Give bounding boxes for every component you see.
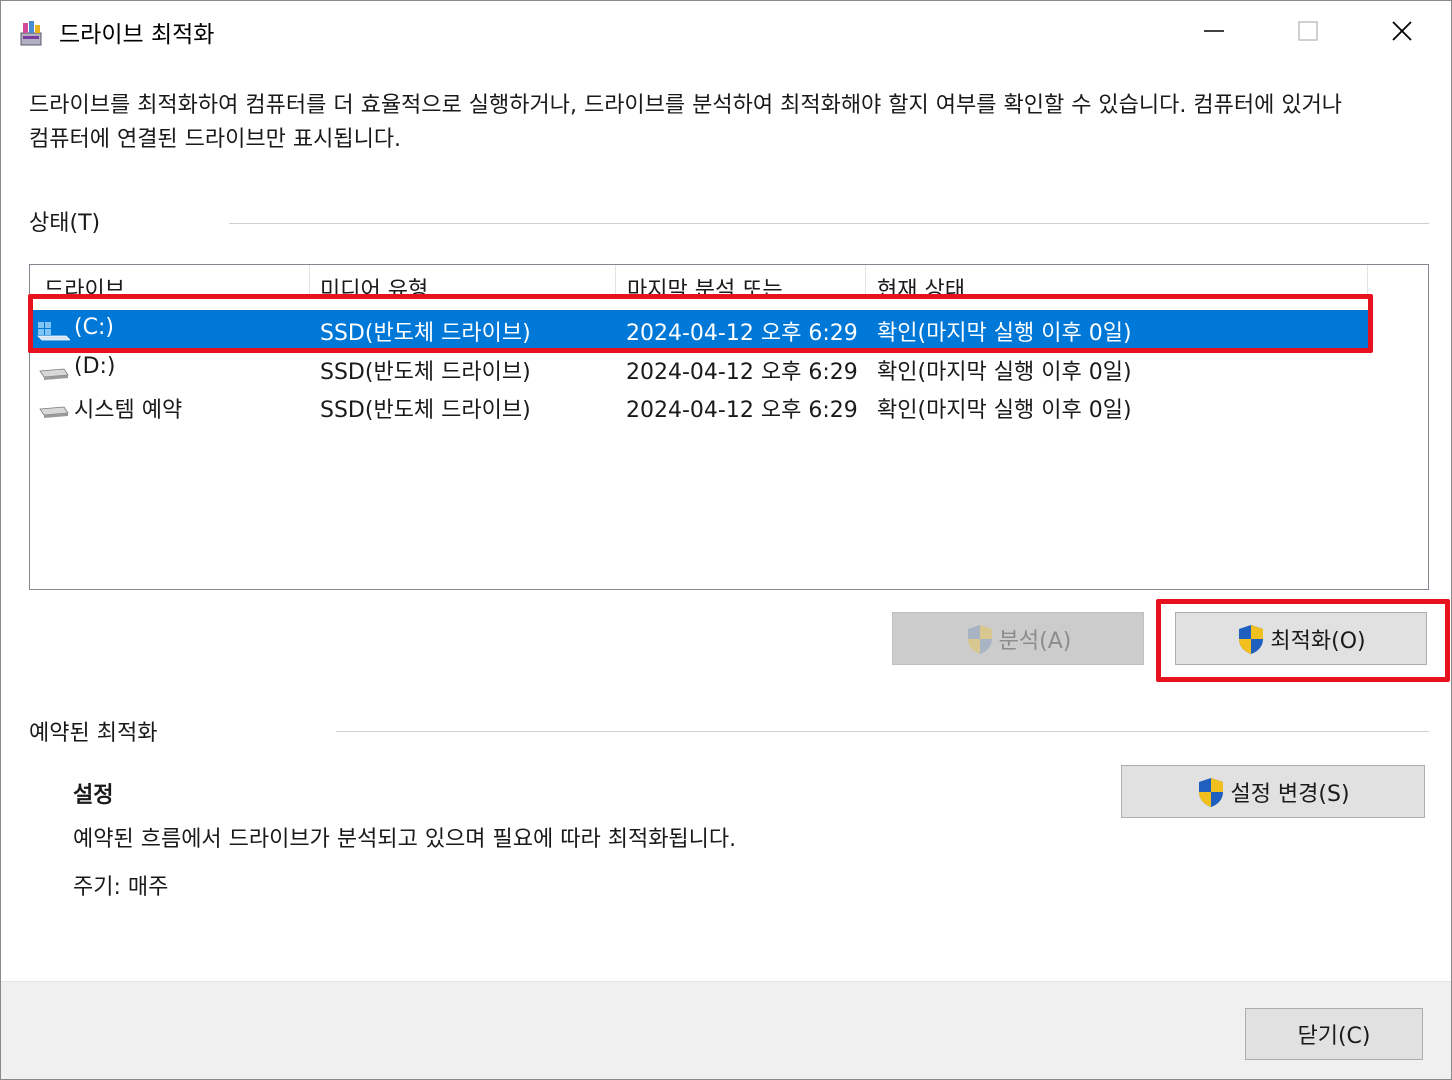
uac-shield-icon [1199,777,1224,807]
uac-shield-icon [967,624,992,654]
defrag-app-icon [20,21,42,46]
window-title: 드라이브 최적화 [59,22,215,48]
scheduled-divider [336,731,1429,732]
close-button[interactable]: 닫기(C) [1245,1008,1423,1060]
settings-description: 예약된 흐름에서 드라이브가 분석되고 있으며 필요에 따라 최적화됩니다. [73,827,737,852]
current-status: 확인(마지막 실행 이후 0일) [877,398,1132,423]
column-separator[interactable] [309,265,310,297]
optimize-button-highlight [1156,599,1450,682]
media-type: SSD(반도체 드라이브) [320,398,531,423]
drive-name: (D:) [74,354,116,379]
maximize-button[interactable] [1285,9,1331,53]
close-window-button[interactable] [1379,9,1425,53]
settings-title: 설정 [73,783,114,808]
column-separator[interactable] [615,265,616,297]
maximize-icon [1298,21,1318,41]
current-status: 확인(마지막 실행 이후 0일) [877,360,1132,385]
status-divider [229,223,1429,224]
column-separator[interactable] [1367,265,1368,297]
drive-optimizer-window: 드라이브 최적화 드라이브를 최적화하여 컴퓨터를 더 효율적으로 실행하거나,… [0,0,1452,1080]
analyze-label: 분석(A) [998,628,1072,654]
table-row[interactable]: 시스템 예약 SSD(반도체 드라이브) 2024-04-12 오후 6:29 … [30,387,1370,425]
column-separator[interactable] [865,265,866,297]
drive-icon [39,406,69,418]
drive-icon [39,368,69,380]
title-bar: 드라이브 최적화 [1,1,1451,63]
last-analyzed: 2024-04-12 오후 6:29 [626,360,858,385]
footer-bar: 닫기(C) [1,981,1451,1079]
change-settings-button[interactable]: 설정 변경(S) [1121,765,1425,818]
drive-name: 시스템 예약 [74,398,183,423]
minimize-button[interactable] [1191,9,1237,53]
close-label: 닫기(C) [1297,1024,1371,1049]
table-row[interactable]: (D:) SSD(반도체 드라이브) 2024-04-12 오후 6:29 확인… [30,349,1370,387]
list-header: 드라이브 미디어 유형 마지막 분석 또는 현재 상태 [30,265,1428,297]
change-settings-label: 설정 변경(S) [1230,781,1350,807]
scheduled-label: 예약된 최적화 [29,715,158,747]
last-analyzed: 2024-04-12 오후 6:29 [626,398,858,423]
media-type: SSD(반도체 드라이브) [320,360,531,385]
description-text: 드라이브를 최적화하여 컴퓨터를 더 효율적으로 실행하거나, 드라이브를 분석… [29,93,1343,152]
status-label: 상태(T) [29,205,101,237]
selected-row-highlight [28,294,1373,353]
frequency-text: 주기: 매주 [73,875,169,900]
minimize-icon [1204,30,1224,32]
analyze-button[interactable]: 분석(A) [892,612,1144,665]
close-icon [1392,21,1412,41]
